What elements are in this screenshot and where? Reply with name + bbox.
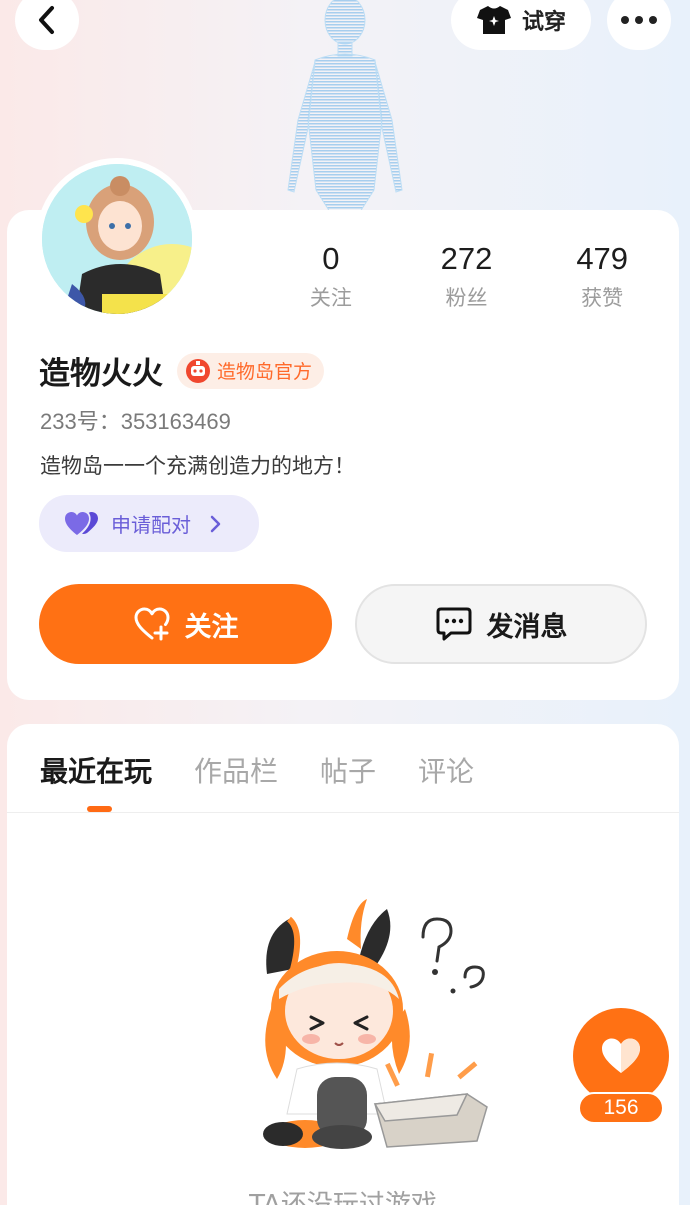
stat-value: 0 <box>322 241 340 276</box>
tab-comments[interactable]: 评论 <box>418 750 474 790</box>
avatar[interactable] <box>36 158 198 320</box>
profile-name: 造物火火 <box>39 356 163 392</box>
stat-followers[interactable]: 272 粉丝 <box>399 240 535 312</box>
like-fab-button[interactable] <box>573 1008 669 1104</box>
try-on-button[interactable]: 试穿 <box>451 0 591 50</box>
content-tabs-card: 最近在玩 作品栏 帖子 评论 TA还没玩过游戏 <box>7 724 679 1205</box>
apply-pair-label: 申请配对 <box>111 513 191 537</box>
send-message-button[interactable]: 发消息 <box>355 584 647 664</box>
official-badge-icon <box>186 358 210 383</box>
avatar-figure-silhouette <box>287 0 403 212</box>
stat-value: 479 <box>576 241 629 276</box>
send-message-label: 发消息 <box>486 611 568 643</box>
follow-button[interactable]: 关注 <box>39 584 332 664</box>
stat-label: 粉丝 <box>445 286 488 310</box>
chat-bubble-icon <box>436 607 471 641</box>
stat-likes[interactable]: 479 获赞 <box>534 240 670 312</box>
official-badge[interactable]: 造物岛官方 <box>177 352 325 389</box>
stat-label: 关注 <box>309 286 352 310</box>
tab-works[interactable]: 作品栏 <box>194 750 278 790</box>
profile-bio: 造物岛一一个充满创造力的地方！ <box>40 454 355 478</box>
double-heart-icon <box>65 511 98 535</box>
stat-label: 获赞 <box>581 286 624 310</box>
chevron-left-icon <box>39 6 54 34</box>
official-badge-label: 造物岛官方 <box>217 361 313 383</box>
heart-icon <box>602 1038 640 1073</box>
tab-recently-played[interactable]: 最近在玩 <box>40 750 152 790</box>
try-on-label: 试穿 <box>521 10 566 35</box>
more-dots-icon <box>621 16 657 24</box>
name-row: 造物火火 造物岛官方 <box>39 348 325 393</box>
heart-plus-icon <box>134 607 169 641</box>
shirt-icon <box>476 6 511 34</box>
profile-stats: 0 关注 272 粉丝 479 获赞 <box>263 240 670 312</box>
stat-value: 272 <box>440 241 493 276</box>
apply-pair-button[interactable]: 申请配对 <box>39 495 259 552</box>
back-button[interactable] <box>15 0 79 50</box>
like-count-badge: 156 <box>578 1092 664 1124</box>
more-button[interactable] <box>607 0 671 50</box>
empty-state-illustration <box>263 899 488 1149</box>
avatar-image <box>42 164 192 314</box>
tab-posts[interactable]: 帖子 <box>320 750 376 790</box>
stat-following[interactable]: 0 关注 <box>263 240 399 312</box>
chevron-right-icon <box>210 515 221 532</box>
tabs-divider <box>7 812 679 813</box>
user-id: 233号：353163469 <box>40 409 231 434</box>
tab-bar: 最近在玩 作品栏 帖子 评论 <box>40 750 474 790</box>
follow-label: 关注 <box>184 611 239 643</box>
empty-state-text: TA还没玩过游戏 <box>249 1190 437 1205</box>
